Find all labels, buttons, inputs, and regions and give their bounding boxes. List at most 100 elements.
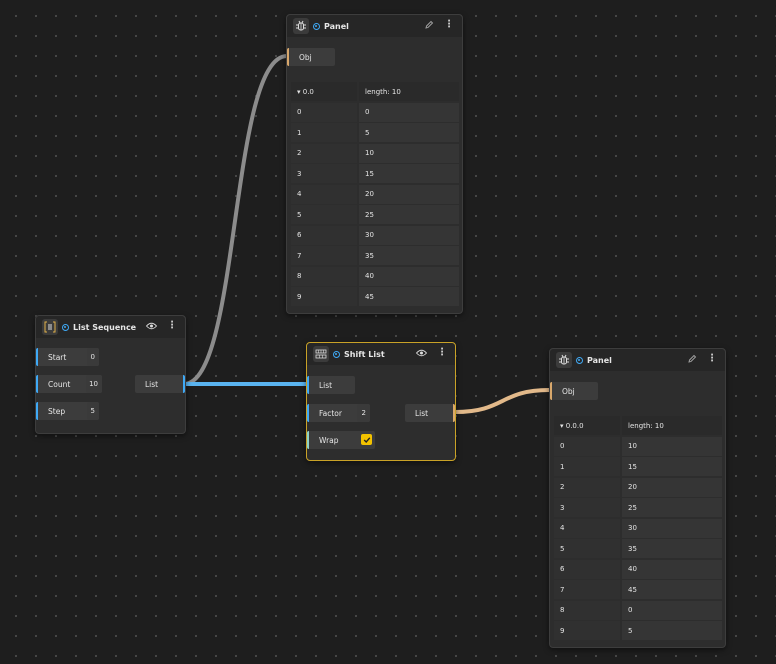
path-label[interactable]: ▾ 0.0: [291, 82, 357, 101]
wire-sequence-to-panel[interactable]: [183, 54, 288, 386]
table-header-row: ▾ 0.0 length: 10: [291, 82, 459, 101]
table-header-row: ▾ 0.0.0 length: 10: [554, 416, 722, 435]
output-port-list[interactable]: List: [135, 375, 185, 393]
row-value: 25: [622, 498, 722, 517]
node-title: Panel: [587, 355, 612, 365]
start-value[interactable]: 0: [87, 348, 99, 366]
row-index: 2: [291, 143, 357, 163]
node-title: Panel: [324, 21, 349, 31]
table-row: 9 45: [291, 287, 459, 306]
status-icon: [313, 22, 320, 30]
shift-list-node[interactable]: Shift List ⋮ List Factor 2 Wrap List: [306, 342, 456, 461]
row-value: 20: [359, 184, 459, 204]
row-value: 10: [359, 143, 459, 163]
node-title: Shift List: [344, 349, 385, 359]
input-port-obj[interactable]: Obj: [550, 382, 598, 400]
panel-node-right[interactable]: Panel ⋮ Obj ▾ 0.0.0 length: 10 0 10 1 15 2 20…: [549, 348, 726, 648]
row-value: 35: [622, 539, 722, 558]
row-index: 4: [554, 518, 620, 538]
row-value: 40: [359, 266, 459, 286]
node-header[interactable]: Shift List ⋮: [307, 343, 455, 365]
step-value[interactable]: 5: [87, 402, 99, 420]
node-title: List Sequence: [73, 322, 137, 332]
table-row: 3 25: [554, 498, 722, 517]
row-index: 9: [554, 621, 620, 640]
wrap-checkbox[interactable]: [361, 434, 372, 445]
row-value: 20: [622, 477, 722, 497]
table-row: 80: [554, 600, 722, 620]
row-index: 3: [554, 498, 620, 517]
checkmark-icon: [363, 436, 370, 443]
bug-icon: [293, 18, 309, 34]
row-index: 1: [291, 123, 357, 142]
row-value: 40: [622, 559, 722, 579]
row-value: 25: [359, 205, 459, 224]
row-value: 30: [359, 225, 459, 245]
wire-shift-to-panel[interactable]: [454, 388, 550, 414]
table-row: 00: [291, 102, 459, 122]
table-row: 6 30: [291, 225, 459, 245]
row-index: 5: [554, 539, 620, 558]
factor-value[interactable]: 2: [357, 404, 370, 422]
row-index: 1: [554, 457, 620, 476]
table-row: 2 10: [291, 143, 459, 163]
row-index: 4: [291, 184, 357, 204]
table-row: 0 10: [554, 436, 722, 456]
table-row: 7 35: [291, 246, 459, 265]
row-value: 30: [622, 518, 722, 538]
output-port-list[interactable]: List: [405, 404, 455, 422]
row-value: 0: [622, 600, 722, 620]
row-index: 8: [554, 600, 620, 620]
table-row: 3 15: [291, 164, 459, 183]
row-index: 7: [554, 580, 620, 599]
shift-list-icon: [313, 346, 329, 362]
node-header[interactable]: Panel ⋮: [550, 349, 725, 371]
list-sequence-node[interactable]: List Sequence ⋮ Start 0 Count 10 Step 5 …: [35, 315, 186, 434]
more-options-icon[interactable]: ⋮: [437, 348, 447, 358]
eye-icon[interactable]: [416, 349, 427, 357]
row-index: 0: [291, 102, 357, 122]
edit-icon[interactable]: [687, 354, 697, 364]
row-index: 6: [291, 225, 357, 245]
table-row: 4 20: [291, 184, 459, 204]
list-sequence-icon: [42, 319, 58, 335]
node-header[interactable]: List Sequence ⋮: [36, 316, 185, 338]
row-value: 15: [359, 164, 459, 183]
row-index: 9: [291, 287, 357, 306]
row-value: 15: [622, 457, 722, 476]
eye-icon[interactable]: [146, 322, 157, 330]
row-value: 5: [359, 123, 459, 142]
table-row: 6 40: [554, 559, 722, 579]
table-row: 8 40: [291, 266, 459, 286]
table-row: 7 45: [554, 580, 722, 599]
table-row: 15: [291, 123, 459, 142]
row-index: 8: [291, 266, 357, 286]
path-label[interactable]: ▾ 0.0.0: [554, 416, 620, 435]
row-value: 45: [622, 580, 722, 599]
table-row: 4 30: [554, 518, 722, 538]
row-value: 35: [359, 246, 459, 265]
input-port-obj[interactable]: Obj: [287, 48, 335, 66]
more-options-icon[interactable]: ⋮: [444, 20, 454, 30]
panel-node-top[interactable]: Panel ⋮ Obj ▾ 0.0 length: 10 0 0 1 5 2 10 3 15 4…: [286, 14, 463, 314]
length-label: length: 10: [622, 416, 722, 435]
row-value: 0: [359, 102, 459, 122]
row-index: 3: [291, 164, 357, 183]
table-row: 1 15: [554, 457, 722, 476]
row-value: 5: [622, 621, 722, 640]
table-row: 2 20: [554, 477, 722, 497]
panel-table: ▾ 0.0 length: 10 0 0 1 5 2 10 3 15 4 20 5 25 6 30 7 35 8…: [291, 82, 459, 308]
table-row: 5 25: [291, 205, 459, 224]
count-value[interactable]: 10: [86, 375, 102, 393]
row-index: 0: [554, 436, 620, 456]
more-options-icon[interactable]: ⋮: [707, 354, 717, 364]
row-value: 10: [622, 436, 722, 456]
more-options-icon[interactable]: ⋮: [167, 321, 177, 331]
length-label: length: 10: [359, 82, 459, 101]
status-icon: [576, 356, 583, 364]
row-index: 6: [554, 559, 620, 579]
input-port-list[interactable]: List: [307, 376, 355, 394]
node-header[interactable]: Panel ⋮: [287, 15, 462, 37]
edit-icon[interactable]: [424, 20, 434, 30]
table-row: 95: [554, 621, 722, 640]
